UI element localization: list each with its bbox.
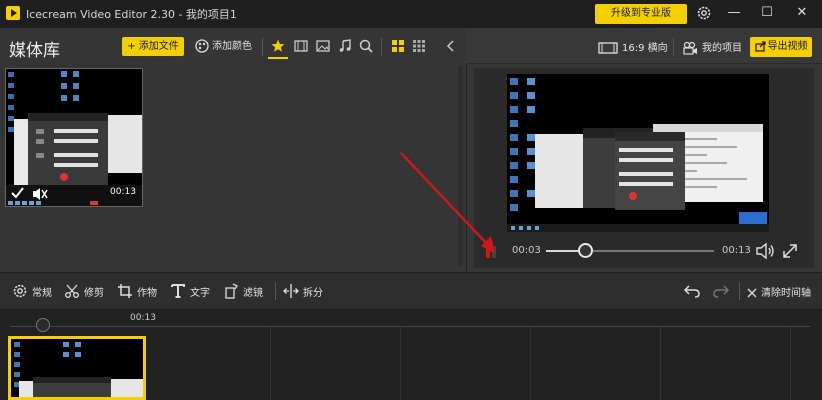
timeline-clip[interactable] [8,336,146,400]
total-time: 00:13 [722,245,751,256]
settings-gear-icon[interactable] [696,5,712,21]
fullscreen-expand-icon[interactable] [781,242,799,260]
aspect-ratio-button[interactable]: 16:9 横向 [598,39,668,54]
aspect-ratio-label: 16:9 横向 [622,43,668,54]
crop-button[interactable]: 作物 [137,284,157,299]
export-icon [754,40,766,52]
media-library-title: 媒体库 [9,41,60,61]
filter-icon[interactable] [223,283,239,299]
toolbar-divider [262,38,263,56]
search-icon[interactable] [358,38,374,54]
window-title: Icecream Video Editor 2.30 - 我的项目1 [26,8,237,21]
music-filter-icon[interactable] [337,38,353,54]
add-file-button[interactable]: + 添加文件 [122,37,184,56]
annotation-arrow [395,148,505,260]
toolbar-divider [275,282,276,300]
my-projects-button[interactable]: 我的项目 [682,39,742,55]
toolbar-divider [673,38,674,56]
add-color-label: 添加颜色 [212,41,252,52]
volume-icon[interactable] [755,242,775,260]
video-filter-icon[interactable] [293,38,309,54]
aspect-ratio-icon [598,42,618,54]
large-grid-view-icon[interactable] [390,38,406,54]
toolbar-divider [739,282,740,300]
collapse-panel-chevron-left-icon[interactable] [443,38,459,54]
text-icon[interactable] [170,283,186,299]
filter-button[interactable]: 滤镜 [243,284,263,299]
video-preview-frame[interactable] [507,74,769,232]
scissors-trim-icon[interactable] [64,283,80,299]
timeline-ruler [10,326,810,327]
favorites-star-icon[interactable] [270,38,286,54]
trim-button[interactable]: 修剪 [84,284,104,299]
favorites-active-indicator [268,57,288,59]
close-button[interactable]: ✕ [792,4,812,22]
close-x-icon [747,288,757,298]
timeline-gridline [790,326,791,400]
text-button[interactable]: 文字 [190,284,210,299]
export-video-button[interactable]: 导出视频 [750,37,812,57]
timeline-gridline [270,326,271,400]
media-item-duration: 00:13 [110,187,136,197]
clear-timeline-label: 清除时间轴 [761,288,811,299]
timeline-playhead[interactable] [36,318,50,332]
my-projects-label: 我的项目 [702,43,742,54]
small-grid-view-icon[interactable] [411,38,427,54]
palette-icon [195,39,209,53]
crop-icon[interactable] [117,283,133,299]
app-window: Icecream Video Editor 2.30 - 我的项目1 升级到专业… [0,0,822,400]
maximize-button[interactable]: ☐ [757,4,777,22]
timeline-gridline [530,326,531,400]
camera-icon [682,41,698,55]
export-video-label: 导出视频 [767,41,808,52]
general-button[interactable]: 常规 [32,284,52,299]
settings-general-icon[interactable] [12,283,28,299]
timeline-ruler-label: 00:13 [130,313,156,323]
seek-bar-handle[interactable] [578,243,593,258]
current-time: 00:03 [512,245,541,256]
redo-icon[interactable] [712,283,730,299]
upgrade-button[interactable]: 升级到专业版 [595,4,687,24]
app-logo-icon [6,6,20,20]
split-button[interactable]: 拆分 [303,284,323,299]
clear-timeline-button[interactable]: 清除时间轴 [747,284,811,299]
toolbar-divider [381,38,382,56]
image-filter-icon[interactable] [315,38,331,54]
split-icon[interactable] [283,283,299,299]
timeline-gridline [660,326,661,400]
timeline-gridline [400,326,401,400]
undo-icon[interactable] [683,283,701,299]
add-color-button[interactable]: 添加颜色 [195,37,252,56]
minimize-button[interactable]: — [724,4,744,22]
